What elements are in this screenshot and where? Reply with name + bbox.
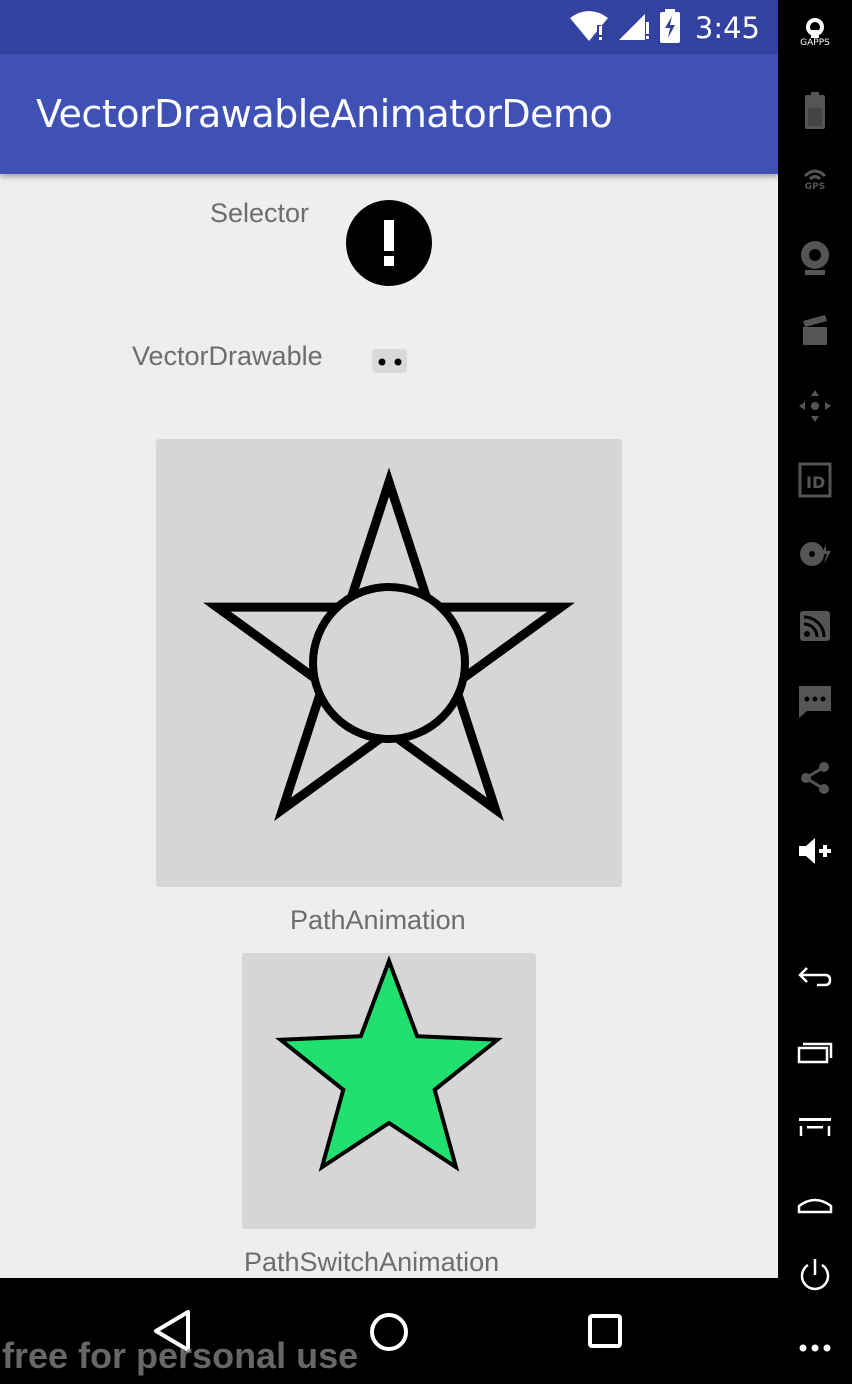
status-icons: 3:45 <box>569 8 760 48</box>
clock: 3:45 <box>694 11 760 45</box>
menu-icon[interactable] <box>778 1112 852 1142</box>
sms-icon[interactable] <box>778 685 852 719</box>
recents-icon[interactable] <box>587 1313 623 1353</box>
path-animation-card[interactable] <box>156 439 622 887</box>
battery-icon[interactable] <box>778 92 852 130</box>
dpad-icon[interactable] <box>778 388 852 424</box>
star-shape <box>275 955 503 1172</box>
app-bar: VectorDrawableAnimatorDemo <box>0 54 778 174</box>
camera-icon[interactable] <box>778 240 852 276</box>
star-drawing <box>275 955 503 1172</box>
selector-label: Selector <box>210 198 310 228</box>
battery-charging-icon <box>659 9 681 47</box>
status-bar: 3:45 <box>0 0 778 54</box>
vector-drawable-icon <box>372 349 407 373</box>
svg-text:ID: ID <box>806 473 825 492</box>
vector-drawable-label: VectorDrawable <box>132 341 323 371</box>
spirograph-drawing <box>203 467 575 822</box>
id-icon[interactable]: ID <box>778 462 852 498</box>
main-content: Selector VectorDrawable PathAnimation Pa… <box>0 174 778 1278</box>
share-icon[interactable] <box>778 760 852 796</box>
watermark: free for personal use <box>2 1335 359 1376</box>
back-icon[interactable] <box>778 962 852 992</box>
recents-icon[interactable] <box>778 1038 852 1068</box>
power-icon[interactable] <box>778 1256 852 1294</box>
network-icon[interactable] <box>778 610 852 642</box>
home-icon[interactable] <box>778 1186 852 1216</box>
device-screen: 3:45 VectorDrawableAnimatorDemo Selector… <box>0 0 778 1384</box>
wifi-icon <box>569 9 609 47</box>
path-switch-animation-card[interactable] <box>242 953 536 1229</box>
path-switch-animation-label: PathSwitchAnimation <box>244 1247 500 1277</box>
gps-icon[interactable]: GPS <box>778 168 852 192</box>
path-animation-label: PathAnimation <box>290 905 466 935</box>
media-icon[interactable] <box>778 315 852 347</box>
emulator-toolbar: GAPPS GPS ID <box>778 0 852 1384</box>
home-icon[interactable] <box>368 1311 410 1357</box>
signal-icon <box>617 10 651 46</box>
gapps-icon[interactable]: GAPPS <box>778 18 852 48</box>
disk-icon[interactable] <box>778 538 852 570</box>
app-title: VectorDrawableAnimatorDemo <box>36 92 613 136</box>
spirograph-center <box>309 583 469 743</box>
more-icon[interactable] <box>778 1336 852 1360</box>
alert-circle-icon[interactable] <box>346 200 432 286</box>
volume-up-icon[interactable] <box>778 836 852 866</box>
